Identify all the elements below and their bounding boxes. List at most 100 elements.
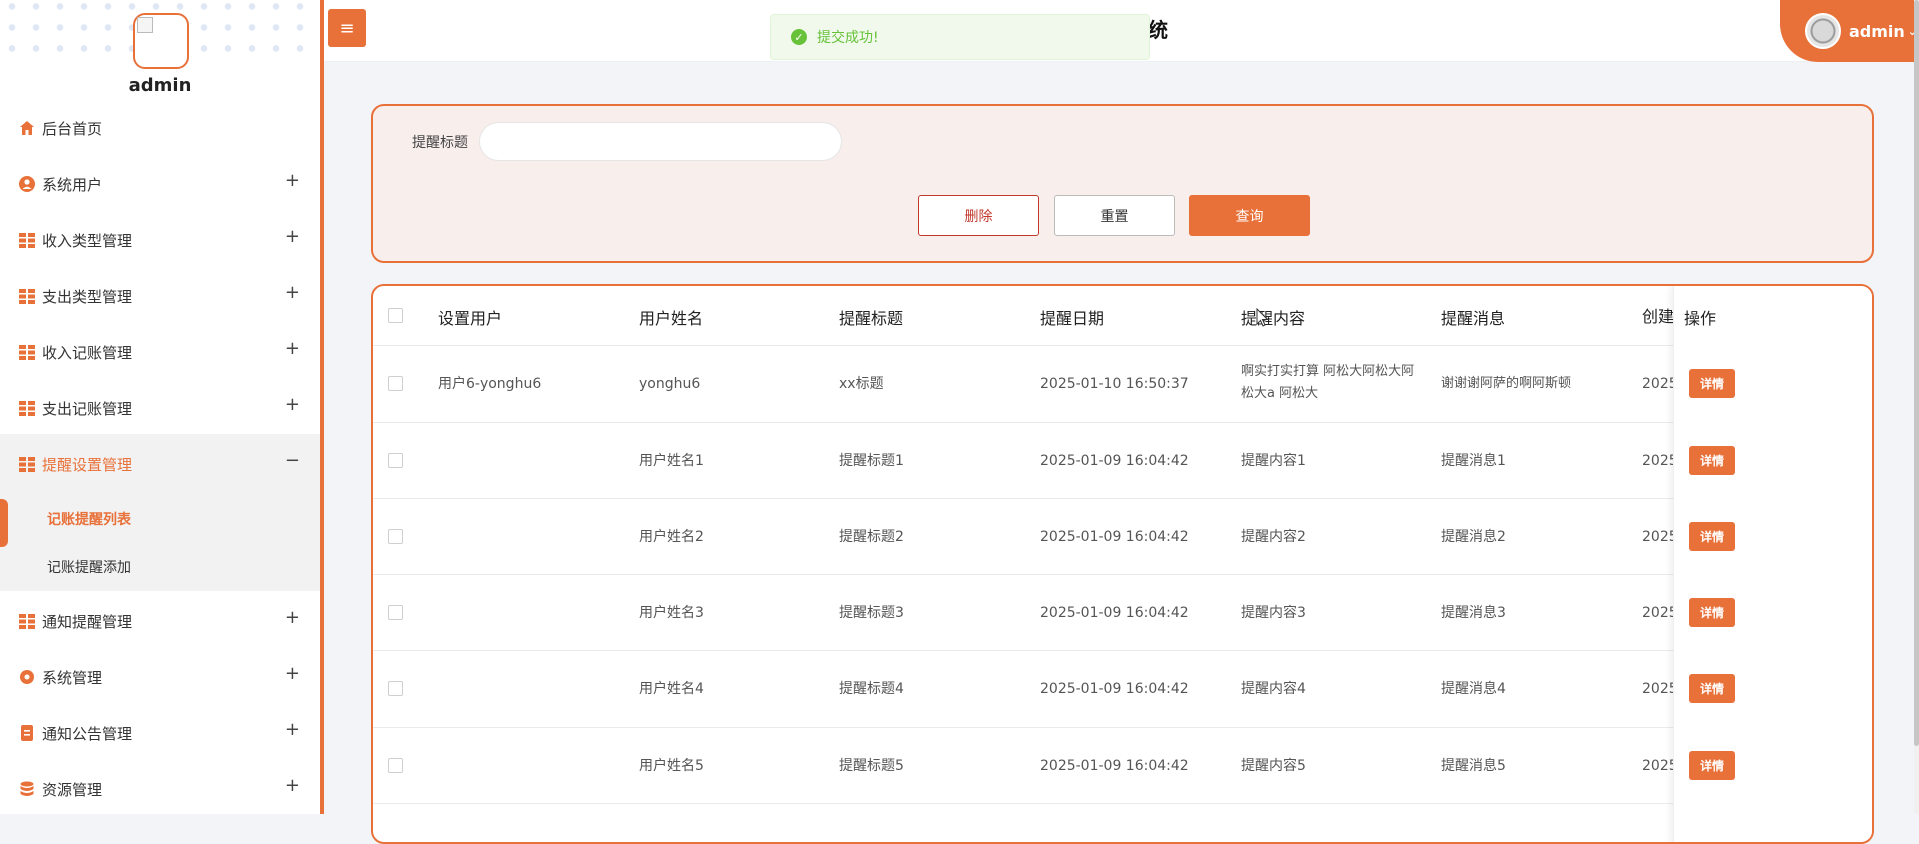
plus-icon: +	[284, 663, 300, 684]
cell-message: 提醒消息4	[1441, 681, 1506, 697]
detail-button[interactable]: 详情	[1689, 598, 1735, 627]
actions-column: 操作 详情 详情 详情 详情 详情 详情	[1673, 286, 1872, 842]
submenu-item-label: 记账提醒列表	[47, 512, 131, 528]
delete-button[interactable]: 删除	[918, 195, 1039, 236]
sidebar-item-announcements[interactable]: 通知公告管理 +	[0, 705, 320, 761]
sidebar: admin 后台首页 系统用户 + 收入类型管理 + 支出类型管理 + 收入记账…	[0, 0, 324, 814]
sidebar-item-label: 收入类型管理	[42, 231, 133, 250]
sidebar-item-label: 系统用户	[42, 175, 103, 194]
cell-name: yonghu6	[639, 376, 701, 392]
cell-content: 提醒内容1	[1241, 453, 1306, 469]
table-row: 用户姓名4 提醒标题4 2025-01-09 16:04:42 提醒内容4 提醒…	[373, 651, 1872, 728]
cell-name: 用户姓名3	[639, 605, 704, 621]
sidebar-item-system-users[interactable]: 系统用户 +	[0, 156, 320, 212]
sidebar-item-label: 系统管理	[42, 668, 103, 687]
search-label: 提醒标题	[412, 135, 468, 151]
submenu-item-reminder-list[interactable]: 记账提醒列表	[0, 495, 320, 547]
sidebar-item-home[interactable]: 后台首页	[0, 100, 320, 156]
detail-button[interactable]: 详情	[1689, 446, 1735, 475]
sidebar-item-label: 支出类型管理	[42, 287, 133, 306]
cell-title: 提醒标题2	[839, 529, 904, 545]
sidebar-avatar	[133, 13, 189, 69]
row-checkbox[interactable]	[388, 605, 403, 620]
detail-button[interactable]: 详情	[1689, 674, 1735, 703]
sidebar-item-label: 通知提醒管理	[42, 612, 133, 631]
sidebar-item-resources[interactable]: 资源管理 +	[0, 761, 320, 814]
sidebar-item-income-records[interactable]: 收入记账管理 +	[0, 324, 320, 380]
user-circle-icon	[18, 175, 36, 193]
mouse-cursor-icon	[1256, 308, 1269, 327]
sidebar-edge	[320, 0, 324, 814]
cell-name: 用户姓名5	[639, 758, 704, 774]
sidebar-username: admin	[128, 75, 192, 96]
plus-icon: +	[284, 282, 300, 303]
plus-icon: +	[284, 607, 300, 628]
user-name: admin	[1849, 21, 1905, 41]
sidebar-item-label: 资源管理	[42, 780, 103, 799]
cell-title: 提醒标题3	[839, 605, 904, 621]
menu-toggle-button[interactable]: ≡	[328, 9, 366, 47]
column-header: 操作	[1684, 309, 1717, 328]
detail-button[interactable]: 详情	[1689, 522, 1735, 551]
plus-icon: +	[284, 394, 300, 415]
sidebar-item-income-types[interactable]: 收入类型管理 +	[0, 212, 320, 268]
home-icon	[18, 119, 36, 137]
cell-name: 用户姓名1	[639, 453, 704, 469]
column-header: 提醒内容	[1241, 309, 1306, 328]
cell-name: 用户姓名4	[639, 681, 704, 697]
submenu-item-reminder-add[interactable]: 记账提醒添加	[0, 543, 320, 591]
grid-icon	[18, 455, 36, 473]
table-row: 用户姓名1 提醒标题1 2025-01-09 16:04:42 提醒内容1 提醒…	[373, 423, 1872, 499]
column-header: 创建	[1642, 307, 1675, 326]
grid-icon	[18, 231, 36, 249]
check-circle-icon: ✓	[791, 29, 807, 45]
cell-title: 提醒标题5	[839, 758, 904, 774]
cell-set-user: 用户6-yonghu6	[438, 376, 542, 392]
cell-message: 提醒消息5	[1441, 758, 1506, 774]
column-header: 提醒标题	[839, 309, 904, 328]
cell-title: 提醒标题1	[839, 453, 904, 469]
user-menu[interactable]: admin ⌄	[1780, 0, 1919, 62]
table-row: 用户姓名5 提醒标题5 2025-01-09 16:04:42 提醒内容5 提醒…	[373, 728, 1872, 804]
detail-button[interactable]: 详情	[1689, 751, 1735, 780]
sidebar-item-label: 支出记账管理	[42, 399, 133, 418]
row-checkbox[interactable]	[388, 376, 403, 391]
row-checkbox[interactable]	[388, 529, 403, 544]
success-toast: ✓ 提交成功!	[770, 14, 1150, 60]
sidebar-item-label: 提醒设置管理	[42, 455, 133, 474]
database-icon	[18, 780, 36, 798]
search-input[interactable]	[479, 122, 842, 161]
hamburger-icon: ≡	[339, 17, 355, 39]
cell-content: 提醒内容4	[1241, 681, 1306, 697]
row-checkbox[interactable]	[388, 681, 403, 696]
document-icon	[18, 724, 36, 742]
data-table: 设置用户 用户姓名 提醒标题 提醒日期 提醒内容 提醒消息 创建 用户6-yon…	[371, 284, 1874, 844]
broken-image-icon	[137, 17, 153, 33]
column-header: 用户姓名	[639, 309, 704, 328]
grid-icon	[18, 612, 36, 630]
grid-icon	[18, 399, 36, 417]
sidebar-item-reminder-settings[interactable]: 提醒设置管理 −	[0, 436, 320, 492]
cell-date: 2025-01-09 16:04:42	[1040, 758, 1189, 774]
plus-icon: +	[284, 226, 300, 247]
detail-button[interactable]: 详情	[1689, 369, 1735, 398]
plus-icon: +	[284, 719, 300, 740]
sidebar-item-expense-types[interactable]: 支出类型管理 +	[0, 268, 320, 324]
gear-icon	[18, 668, 36, 686]
cell-content: 提醒内容3	[1241, 605, 1306, 621]
table-header-row: 设置用户 用户姓名 提醒标题 提醒日期 提醒内容 提醒消息 创建	[373, 286, 1872, 346]
page-scrollbar-thumb[interactable]	[1914, 0, 1919, 746]
sidebar-item-expense-records[interactable]: 支出记账管理 +	[0, 380, 320, 436]
column-header: 提醒日期	[1040, 309, 1105, 328]
sidebar-item-label: 收入记账管理	[42, 343, 133, 362]
sidebar-item-notification-reminders[interactable]: 通知提醒管理 +	[0, 593, 320, 649]
query-button[interactable]: 查询	[1189, 195, 1310, 236]
reset-button[interactable]: 重置	[1054, 195, 1175, 236]
select-all-checkbox[interactable]	[388, 308, 403, 323]
row-checkbox[interactable]	[388, 758, 403, 773]
plus-icon: +	[284, 170, 300, 191]
row-checkbox[interactable]	[388, 453, 403, 468]
cell-date: 2025-01-09 16:04:42	[1040, 453, 1189, 469]
cell-date: 2025-01-10 16:50:37	[1040, 376, 1189, 392]
sidebar-item-system-management[interactable]: 系统管理 +	[0, 649, 320, 705]
